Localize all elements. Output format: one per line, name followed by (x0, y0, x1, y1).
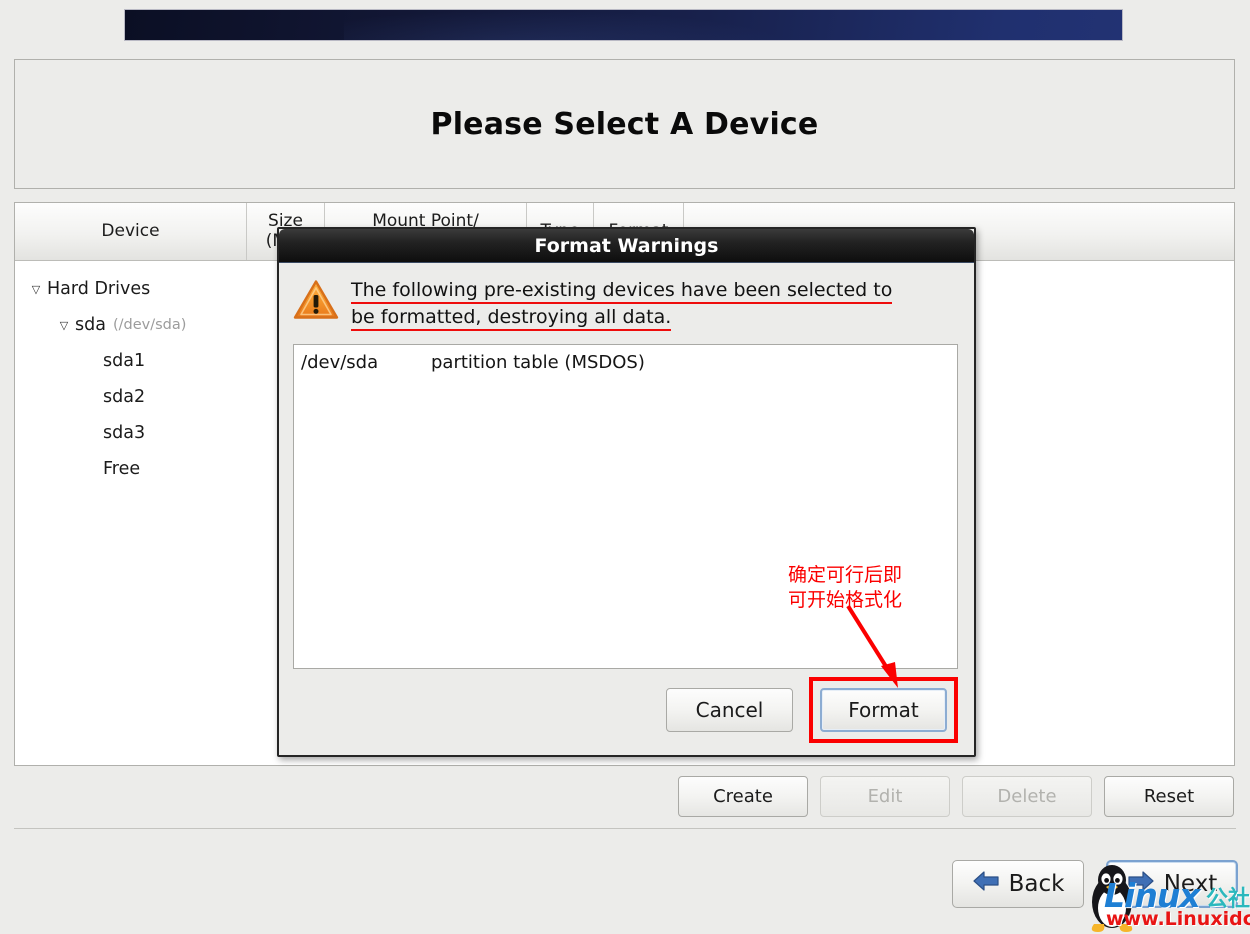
banner-sheen (344, 10, 793, 40)
title-panel: Please Select A Device (14, 59, 1235, 189)
page-title: Please Select A Device (430, 106, 819, 142)
reset-button[interactable]: Reset (1104, 776, 1234, 817)
format-button[interactable]: Format (820, 688, 947, 732)
device-cell: Free (15, 459, 247, 479)
device-cell: ▽ sda (/dev/sda) (15, 315, 247, 335)
arrow-left-icon (972, 870, 1000, 898)
list-item: /dev/sda partition table (MSDOS) (301, 352, 951, 373)
next-button-label: Next (1163, 871, 1218, 897)
warning-block: The following pre-existing devices have … (293, 277, 958, 331)
warning-line-2: be formatted, destroying all data. (351, 305, 672, 331)
warning-message: The following pre-existing devices have … (351, 277, 893, 331)
device-label: sda1 (103, 351, 146, 371)
device-label: sda3 (103, 423, 146, 443)
device-cell: sda1 (15, 351, 247, 371)
next-button[interactable]: Next (1106, 860, 1238, 908)
warning-line-1: The following pre-existing devices have … (351, 279, 893, 304)
arrow-right-icon (1127, 870, 1155, 898)
watermark-url: www.Linuxidc.com (1106, 908, 1250, 930)
device-label: sda (75, 315, 106, 335)
device-label: Hard Drives (47, 279, 151, 299)
edit-button[interactable]: Edit (820, 776, 950, 817)
warning-triangle-icon (293, 279, 339, 325)
chevron-down-icon[interactable]: ▽ (53, 320, 75, 331)
wizard-nav-bar: Back Next (0, 860, 1250, 908)
back-button-label: Back (1008, 871, 1065, 897)
dialog-titlebar: Format Warnings (279, 229, 974, 263)
device-cell: ▽ Hard Drives (15, 279, 247, 299)
device-detail: partition table (MSDOS) (431, 351, 645, 373)
delete-button[interactable]: Delete (962, 776, 1092, 817)
create-button[interactable]: Create (678, 776, 808, 817)
device-label: Free (103, 459, 141, 479)
dialog-title: Format Warnings (534, 234, 719, 257)
device-label: sda2 (103, 387, 146, 407)
cancel-button[interactable]: Cancel (666, 688, 793, 732)
chevron-down-icon[interactable]: ▽ (25, 284, 47, 295)
device-cell: sda2 (15, 387, 247, 407)
affected-devices-list[interactable]: /dev/sda partition table (MSDOS) (293, 343, 958, 669)
back-button[interactable]: Back (952, 860, 1084, 908)
column-header-device[interactable]: Device (15, 203, 247, 260)
device-cell: sda3 (15, 423, 247, 443)
installer-banner (124, 9, 1123, 41)
device-path: (/dev/sda) (112, 317, 187, 333)
format-button-highlight: Format (809, 677, 958, 743)
device-name: /dev/sda (301, 351, 379, 373)
dialog-footer: Cancel Format (279, 669, 974, 755)
format-warnings-dialog: Format Warnings The following pre-existi… (277, 227, 976, 757)
banner-area (0, 0, 1250, 50)
annotation-text: 确定可行后即 可开始格式化 (788, 564, 903, 612)
footer-divider (14, 828, 1236, 829)
partition-action-bar: Create Edit Delete Reset (0, 776, 1250, 817)
